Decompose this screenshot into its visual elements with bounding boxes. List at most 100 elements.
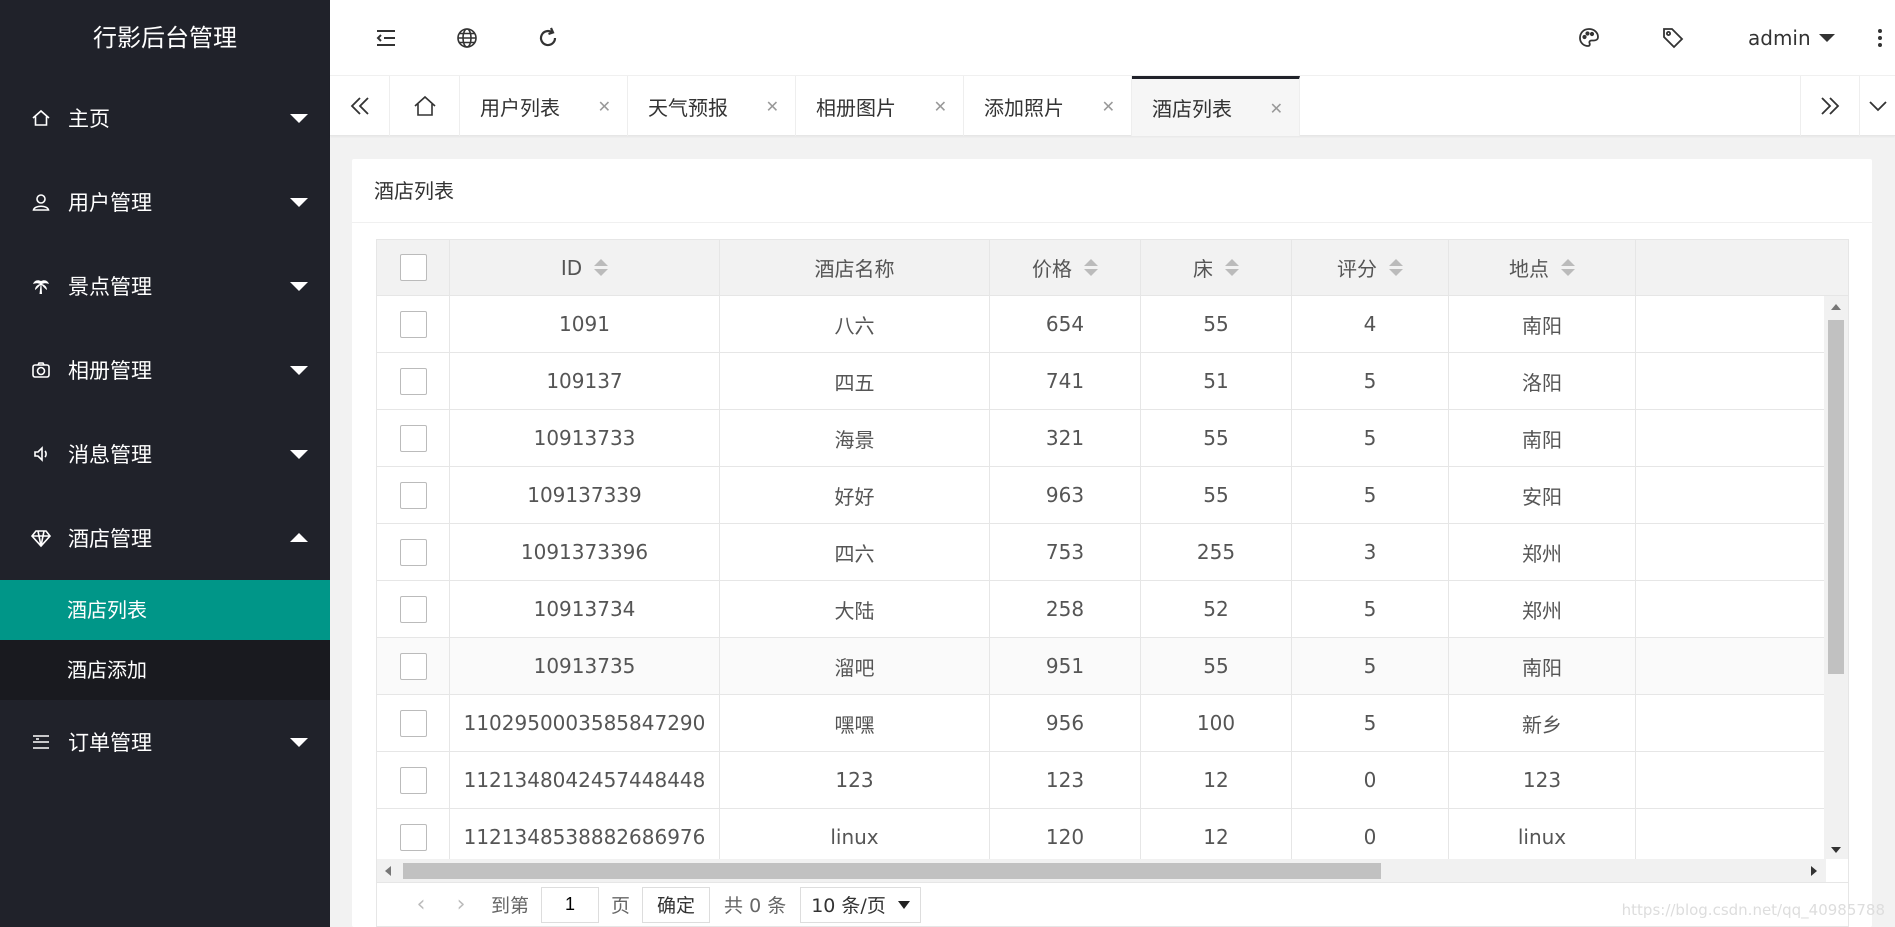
table-cell: 郑州	[1449, 581, 1636, 637]
total-count: 共 0 条	[724, 895, 787, 917]
tab-label: 酒店列表	[1152, 97, 1232, 121]
table-cell: 4	[1292, 296, 1449, 352]
sidebar-item-messages[interactable]: 消息管理	[0, 412, 330, 496]
sidebar-subitem-hotel-list[interactable]: 酒店列表	[0, 580, 330, 640]
sort-icon[interactable]	[1389, 259, 1403, 276]
sort-icon[interactable]	[1561, 259, 1575, 276]
vertical-scrollbar[interactable]	[1824, 296, 1848, 859]
user-menu[interactable]: admin	[1748, 0, 1835, 76]
column-header-location[interactable]: 地点	[1449, 240, 1636, 295]
page-size-value: 10 条/页	[811, 895, 886, 917]
column-label: 价格	[1032, 257, 1072, 281]
table-cell: 10913734	[450, 581, 720, 637]
close-icon[interactable]: ✕	[1270, 99, 1283, 118]
list-icon	[30, 731, 52, 753]
row-checkbox[interactable]	[399, 595, 427, 623]
column-header-price[interactable]: 价格	[990, 240, 1141, 295]
sidebar-item-attractions[interactable]: 景点管理	[0, 244, 330, 328]
row-checkbox[interactable]	[399, 766, 427, 794]
table-cell: 12	[1141, 809, 1292, 865]
page-size-select[interactable]: 10 条/页	[800, 886, 921, 923]
close-icon[interactable]: ✕	[766, 97, 779, 116]
table-row[interactable]: 10913734 大陆 258 52 5 郑州	[377, 581, 1826, 638]
tab-add-photo[interactable]: 添加照片 ✕	[964, 76, 1132, 136]
confirm-page-button[interactable]: 确定	[642, 886, 711, 923]
refresh-button[interactable]	[518, 0, 578, 76]
hotel-submenu: 酒店列表 酒店添加	[0, 580, 330, 700]
table-row[interactable]: 1091 八六 654 55 4 南阳	[377, 296, 1826, 353]
row-checkbox[interactable]	[399, 652, 427, 680]
theme-button[interactable]	[1559, 0, 1619, 76]
tag-icon	[1663, 28, 1684, 49]
next-page-button[interactable]: ›	[441, 892, 481, 917]
row-checkbox[interactable]	[399, 367, 427, 395]
tabs-scroll-right-button[interactable]	[1800, 76, 1860, 136]
vertical-scroll-thumb[interactable]	[1828, 320, 1844, 674]
tab-album-photos[interactable]: 相册图片 ✕	[796, 76, 964, 136]
table-cell: 100	[1141, 695, 1292, 751]
user-icon	[30, 191, 52, 213]
table-cell: linux	[720, 809, 990, 865]
table-row[interactable]: 1121348538882686976 linux 120 12 0 linux	[377, 809, 1826, 866]
select-all-checkbox[interactable]	[399, 254, 427, 281]
more-icon	[1878, 29, 1882, 47]
sidebar-subitem-hotel-add[interactable]: 酒店添加	[0, 640, 330, 700]
prev-page-button[interactable]: ‹	[401, 892, 441, 917]
page-number-input[interactable]	[541, 886, 600, 923]
globe-button[interactable]	[437, 0, 497, 76]
tab-hotel-list[interactable]: 酒店列表 ✕	[1132, 76, 1300, 136]
menu-fold-button[interactable]	[356, 0, 416, 76]
table-row[interactable]: 1091373396 四六 753 255 3 郑州	[377, 524, 1826, 581]
row-checkbox[interactable]	[399, 823, 427, 851]
tab-home[interactable]	[390, 76, 460, 136]
card-title: 酒店列表	[352, 159, 1872, 223]
horizontal-scrollbar[interactable]	[377, 859, 1826, 882]
table-row[interactable]: 109137 四五 741 51 5 洛阳	[377, 353, 1826, 410]
column-header-bed[interactable]: 床	[1141, 240, 1292, 295]
tag-button[interactable]	[1643, 0, 1703, 76]
table-row[interactable]: 1102950003585847290 嘿嘿 956 100 5 新乡	[377, 695, 1826, 752]
more-button[interactable]	[1865, 0, 1895, 76]
table-row[interactable]: 10913735 溜吧 951 55 5 南阳	[377, 638, 1826, 695]
row-checkbox[interactable]	[399, 310, 427, 338]
table-cell: 258	[990, 581, 1141, 637]
column-header-id[interactable]: ID	[450, 240, 720, 295]
scroll-up-arrow-icon[interactable]	[1831, 304, 1841, 310]
close-icon[interactable]: ✕	[1102, 97, 1115, 116]
sidebar-item-orders[interactable]: 订单管理	[0, 700, 330, 784]
tabs-dropdown-button[interactable]	[1860, 76, 1895, 136]
scroll-down-arrow-icon[interactable]	[1831, 847, 1841, 853]
sidebar-item-album[interactable]: 相册管理	[0, 328, 330, 412]
chevron-down-icon	[290, 282, 308, 291]
row-checkbox[interactable]	[399, 709, 427, 737]
tabs-scroll-left-button[interactable]	[330, 76, 390, 136]
table-row[interactable]: 109137339 好好 963 55 5 安阳	[377, 467, 1826, 524]
row-checkbox-cell	[377, 467, 450, 523]
table-row[interactable]: 1121348042457448448 123 123 12 0 123	[377, 752, 1826, 809]
tab-user-list[interactable]: 用户列表 ✕	[460, 76, 628, 136]
menu-fold-icon	[376, 30, 395, 46]
sort-icon[interactable]	[594, 259, 609, 276]
row-checkbox[interactable]	[399, 481, 427, 509]
column-header-rating[interactable]: 评分	[1292, 240, 1449, 295]
sort-icon[interactable]	[1225, 259, 1239, 276]
table-row[interactable]: 10913733 海景 321 55 5 南阳	[377, 410, 1826, 467]
sort-icon[interactable]	[1084, 259, 1098, 276]
scroll-left-arrow-icon[interactable]	[385, 866, 391, 876]
horizontal-scroll-thumb[interactable]	[403, 863, 1381, 879]
scroll-right-arrow-icon[interactable]	[1811, 866, 1817, 876]
sidebar-item-hotels[interactable]: 酒店管理	[0, 496, 330, 580]
row-checkbox[interactable]	[399, 424, 427, 452]
sidebar-item-users[interactable]: 用户管理	[0, 160, 330, 244]
close-icon[interactable]: ✕	[598, 97, 611, 116]
sidebar-item-home[interactable]: 主页	[0, 76, 330, 160]
table-cell: 956	[990, 695, 1141, 751]
table-cell: 好好	[720, 467, 990, 523]
table-cell: 安阳	[1449, 467, 1636, 523]
row-checkbox[interactable]	[399, 538, 427, 566]
close-icon[interactable]: ✕	[934, 97, 947, 116]
tab-weather[interactable]: 天气预报 ✕	[628, 76, 796, 136]
row-checkbox-cell	[377, 410, 450, 466]
column-label: 酒店名称	[814, 257, 895, 281]
sidebar-item-label: 主页	[68, 107, 110, 131]
